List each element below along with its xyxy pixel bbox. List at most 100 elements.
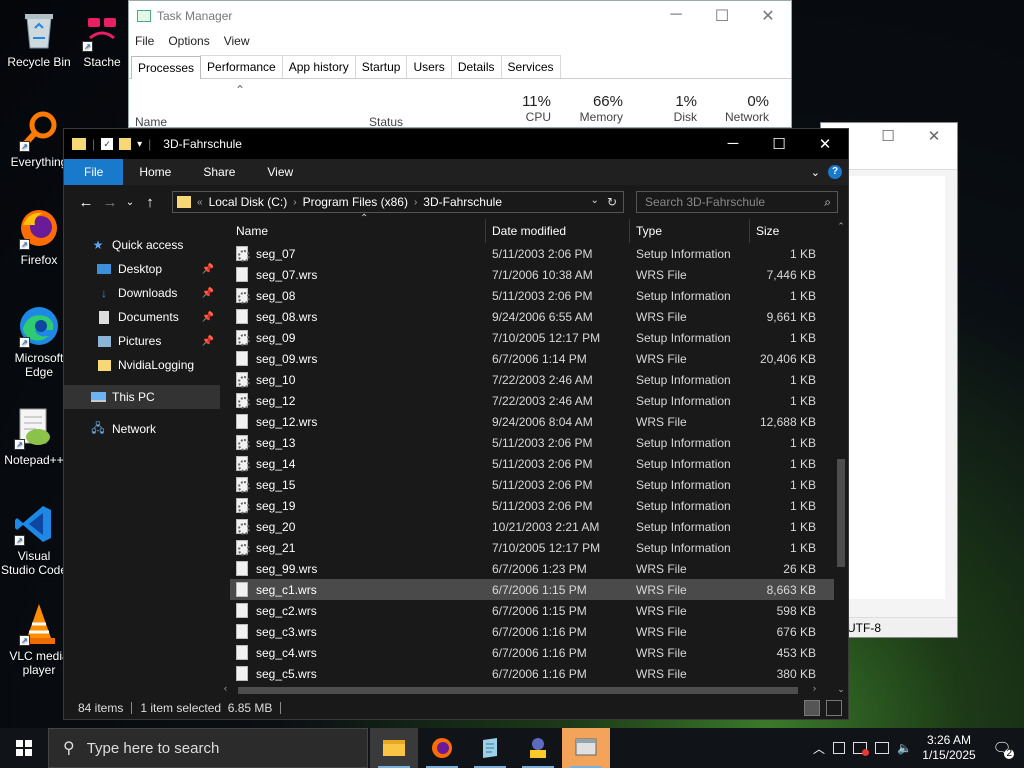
- up-arrow-icon[interactable]: ↑: [138, 194, 162, 211]
- file-row[interactable]: seg_21 7/10/2005 12:17 PM Setup Informatio…: [230, 537, 834, 558]
- file-row[interactable]: seg_14 5/11/2003 2:06 PM Setup Information…: [230, 453, 834, 474]
- maximize-icon[interactable]: ☐: [865, 123, 911, 151]
- start-button[interactable]: [0, 728, 48, 768]
- file-row[interactable]: seg_c1.wrs 6/7/2006 1:15 PM WRS File 8,663 …: [230, 579, 834, 600]
- new-folder-icon[interactable]: [119, 138, 132, 150]
- file-row[interactable]: seg_09 7/10/2005 12:17 PM Setup Informatio…: [230, 327, 834, 348]
- quick-access-toolbar-dropdown-icon[interactable]: ▾: [137, 139, 142, 150]
- file-row[interactable]: seg_08.wrs 9/24/2006 6:55 AM WRS File 9,661…: [230, 306, 834, 327]
- file-row[interactable]: seg_c3.wrs 6/7/2006 1:16 PM WRS File 676 KB: [230, 621, 834, 642]
- nav-desktop[interactable]: Desktop 📌: [64, 257, 220, 281]
- desktop-icon-recycle-bin[interactable]: Recycle Bin: [1, 8, 77, 69]
- file-row[interactable]: seg_20 10/21/2003 2:21 AM Setup Informatio…: [230, 516, 834, 537]
- column-header-type[interactable]: Type: [630, 219, 750, 243]
- taskbar-notepad[interactable]: [466, 728, 514, 768]
- column-status[interactable]: Status: [369, 115, 403, 129]
- nav-quick-access[interactable]: ★ Quick access: [64, 233, 220, 257]
- maximize-icon[interactable]: ☐: [699, 6, 745, 26]
- taskbar-file-explorer[interactable]: [370, 728, 418, 768]
- ribbon-tab-share[interactable]: Share: [187, 159, 251, 185]
- column-memory[interactable]: 66% Memory: [569, 93, 623, 124]
- nav-downloads[interactable]: ↓ Downloads 📌: [64, 281, 220, 305]
- tab-startup[interactable]: Startup: [354, 55, 408, 78]
- volume-muted-icon[interactable]: 🔈: [897, 741, 912, 755]
- file-row[interactable]: seg_07.wrs 7/1/2006 10:38 AM WRS File 7,446…: [230, 264, 834, 285]
- back-arrow-icon[interactable]: ←: [74, 194, 98, 211]
- file-row[interactable]: seg_12 7/22/2003 2:46 AM Setup Information…: [230, 390, 834, 411]
- task-manager-titlebar[interactable]: Task Manager ─ ☐ ✕: [129, 1, 791, 31]
- ribbon-tab-file[interactable]: File: [64, 159, 124, 185]
- pin-icon[interactable]: 📌: [202, 264, 214, 275]
- maximize-icon[interactable]: ☐: [756, 135, 802, 153]
- pin-icon[interactable]: 📌: [202, 288, 214, 299]
- scroll-left-icon[interactable]: ‹: [224, 683, 227, 693]
- column-header-date-modified[interactable]: Date modified: [486, 219, 630, 243]
- horizontal-scrollbar[interactable]: ‹ ›: [220, 683, 834, 697]
- menu-file[interactable]: File: [135, 34, 154, 48]
- large-icons-view-icon[interactable]: [826, 700, 842, 716]
- refresh-icon[interactable]: ↻: [607, 195, 617, 209]
- tab-services[interactable]: Services: [500, 55, 561, 78]
- taskbar-search[interactable]: ⚲ Type here to search: [48, 728, 368, 768]
- task-manager-window[interactable]: Task Manager ─ ☐ ✕ File Options View Pro…: [128, 0, 792, 129]
- file-row[interactable]: seg_12.wrs 9/24/2006 8:04 AM WRS File 12,68…: [230, 411, 834, 432]
- nav-this-pc[interactable]: This PC: [64, 385, 220, 409]
- tray-app-icon[interactable]: [833, 742, 846, 754]
- file-row[interactable]: seg_10 7/22/2003 2:46 AM Setup Information…: [230, 369, 834, 390]
- file-row[interactable]: seg_c4.wrs 6/7/2006 1:16 PM WRS File 453 KB: [230, 642, 834, 663]
- file-row[interactable]: seg_99.wrs 6/7/2006 1:23 PM WRS File 26 KB: [230, 558, 834, 579]
- sort-chevron-icon[interactable]: ⌃: [235, 83, 245, 97]
- properties-icon[interactable]: ✓: [101, 138, 114, 150]
- address-bar[interactable]: « Local Disk (C:) › Program Files (x86) …: [172, 191, 624, 213]
- column-cpu[interactable]: 11% CPU: [509, 93, 551, 124]
- ribbon-tab-home[interactable]: Home: [123, 159, 187, 185]
- horizontal-scroll-thumb[interactable]: [238, 687, 798, 694]
- breadcrumb-program-files[interactable]: Program Files (x86): [297, 195, 414, 209]
- taskbar-firefox[interactable]: [418, 728, 466, 768]
- file-row[interactable]: seg_13 5/11/2003 2:06 PM Setup Information…: [230, 432, 834, 453]
- pin-icon[interactable]: 📌: [202, 312, 214, 323]
- address-dropdown-icon[interactable]: ⌄: [591, 195, 599, 209]
- breadcrumb-local-disk[interactable]: Local Disk (C:): [203, 195, 294, 209]
- nav-nvidialogging[interactable]: NvidiaLogging: [64, 353, 220, 377]
- file-row[interactable]: seg_c2.wrs 6/7/2006 1:15 PM WRS File 598 KB: [230, 600, 834, 621]
- file-row[interactable]: seg_c5.wrs 6/7/2006 1:16 PM WRS File 380 KB: [230, 663, 834, 684]
- nav-network[interactable]: 🖧 Network: [64, 417, 220, 441]
- recent-locations-chevron-icon[interactable]: ⌄: [122, 197, 138, 208]
- desktop-icon-notepadpp[interactable]: ↗ Notepad++: [0, 406, 68, 467]
- network-tray-icon[interactable]: [875, 742, 890, 754]
- menu-view[interactable]: View: [224, 34, 250, 48]
- column-header-size[interactable]: Size: [750, 219, 830, 243]
- minimize-icon[interactable]: ─: [653, 6, 699, 26]
- taskbar-3d-fahrschule[interactable]: [514, 728, 562, 768]
- file-row[interactable]: seg_19 5/11/2003 2:06 PM Setup Information…: [230, 495, 834, 516]
- file-row[interactable]: seg_08 5/11/2003 2:06 PM Setup Information…: [230, 285, 834, 306]
- tab-performance[interactable]: Performance: [200, 55, 283, 78]
- help-icon[interactable]: ?: [828, 165, 842, 179]
- nav-documents[interactable]: Documents 📌: [64, 305, 220, 329]
- tab-app-history[interactable]: App history: [281, 55, 356, 78]
- taskbar-app-flashing[interactable]: [562, 728, 610, 768]
- explorer-titlebar[interactable]: | ✓ ▾ | 3D-Fahrschule ─ ☐ ✕: [64, 129, 848, 159]
- ribbon-tab-view[interactable]: View: [251, 159, 309, 185]
- vertical-scrollbar[interactable]: ⌃ ⌄: [834, 219, 848, 697]
- tab-details[interactable]: Details: [450, 55, 502, 78]
- vertical-scroll-thumb[interactable]: [837, 459, 845, 567]
- close-icon[interactable]: ✕: [802, 135, 848, 153]
- notification-center-button[interactable]: 🗨 2: [986, 739, 1018, 759]
- pin-icon[interactable]: 📌: [202, 336, 214, 347]
- close-icon[interactable]: ✕: [911, 123, 957, 151]
- close-icon[interactable]: ✕: [745, 6, 791, 26]
- column-network[interactable]: 0% Network: [715, 93, 769, 124]
- details-view-icon[interactable]: [804, 700, 820, 716]
- menu-options[interactable]: Options: [168, 34, 209, 48]
- search-box[interactable]: Search 3D-Fahrschule ⌕: [636, 191, 838, 213]
- desktop-icon-vscode[interactable]: ↗ Visual Studio Code: [0, 502, 68, 577]
- column-header-name[interactable]: Name: [220, 219, 486, 243]
- tray-security-icon[interactable]: [853, 742, 870, 756]
- file-row[interactable]: seg_15 5/11/2003 2:06 PM Setup Information…: [230, 474, 834, 495]
- breadcrumb-current-folder[interactable]: 3D-Fahrschule: [417, 195, 508, 209]
- column-disk[interactable]: 1% Disk: [649, 93, 697, 124]
- file-row[interactable]: seg_09.wrs 6/7/2006 1:14 PM WRS File 20,406…: [230, 348, 834, 369]
- scroll-down-icon[interactable]: ⌄: [834, 684, 848, 695]
